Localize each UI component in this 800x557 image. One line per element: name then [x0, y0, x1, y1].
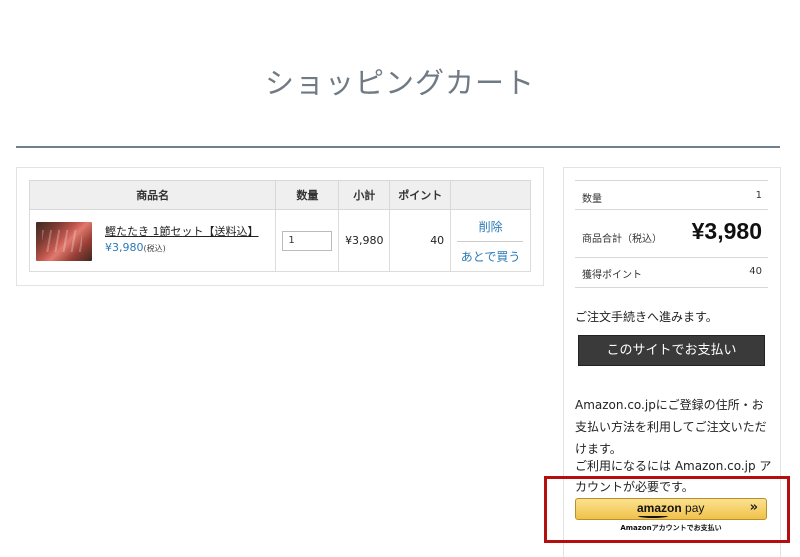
amazon-pay-word: pay	[685, 501, 705, 515]
amazon-smile-icon	[638, 514, 668, 518]
product-price-value: ¥3,980	[105, 241, 144, 254]
amazon-pay-logo: amazon pay	[637, 501, 704, 515]
amazon-pay-brand: amazon	[637, 501, 682, 515]
summary-points-label: 獲得ポイント	[582, 270, 642, 281]
header-actions	[450, 180, 531, 210]
summary-total-value: ¥3,980	[691, 218, 762, 244]
site-pay-button[interactable]: このサイトでお支払い	[578, 335, 765, 366]
quantity-cell	[275, 209, 340, 272]
amazon-pay-description: Amazon.co.jpにご登録の住所・お支払い方法を利用してご注文いただけます…	[575, 398, 767, 456]
summary-total-label: 商品合計（税込）	[582, 234, 662, 245]
summary-points-value: 40	[749, 266, 762, 277]
double-chevron-right-icon: »	[749, 500, 758, 515]
header-subtotal: 小計	[338, 180, 391, 210]
subtotal-cell: ¥3,980	[338, 209, 391, 272]
table-row: 鰹たたき 1節セット【送料込】 ¥3,980(税込) ¥3,980 40 削除 …	[28, 209, 531, 272]
product-image[interactable]	[36, 222, 92, 261]
actions-cell: 削除 あとで買う	[450, 209, 531, 272]
header-quantity: 数量	[275, 180, 340, 210]
page-title: ショッピングカート	[264, 66, 535, 100]
product-cell: 鰹たたき 1節セット【送料込】 ¥3,980(税込)	[28, 209, 277, 272]
product-tax-note: (税込)	[143, 244, 166, 253]
header-points: ポイント	[389, 180, 452, 210]
summary-points-row: 獲得ポイント 40	[575, 258, 768, 288]
summary-count-label: 数量	[582, 194, 602, 205]
summary-total-row: 商品合計（税込） ¥3,980	[575, 210, 768, 258]
points-cell: 40	[389, 209, 452, 272]
cart-table: 商品名 数量 小計 ポイント 鰹たたき 1節セット【送料込】 ¥3,980(税込…	[28, 180, 531, 272]
cart-header-row: 商品名 数量 小計 ポイント	[28, 180, 531, 210]
delete-link[interactable]: 削除	[451, 218, 530, 235]
cart-panel: 商品名 数量 小計 ポイント 鰹たたき 1節セット【送料込】 ¥3,980(税込…	[16, 167, 544, 286]
summary-count-value: 1	[755, 190, 762, 201]
title-divider	[16, 146, 780, 148]
amazon-pay-button[interactable]: amazon pay »	[575, 498, 767, 520]
product-name-link[interactable]: 鰹たたき 1節セット【送料込】	[105, 223, 259, 239]
product-price: ¥3,980(税込)	[105, 241, 166, 254]
quantity-input[interactable]	[282, 230, 333, 251]
action-divider	[457, 241, 524, 242]
summary-count-row: 数量 1	[575, 180, 768, 210]
amazon-pay-caption: Amazonアカウントでお支払い	[620, 524, 722, 532]
buy-later-link[interactable]: あとで買う	[451, 248, 530, 265]
proceed-text: ご注文手続きへ進みます。	[575, 310, 718, 324]
header-product-name: 商品名	[28, 180, 277, 210]
